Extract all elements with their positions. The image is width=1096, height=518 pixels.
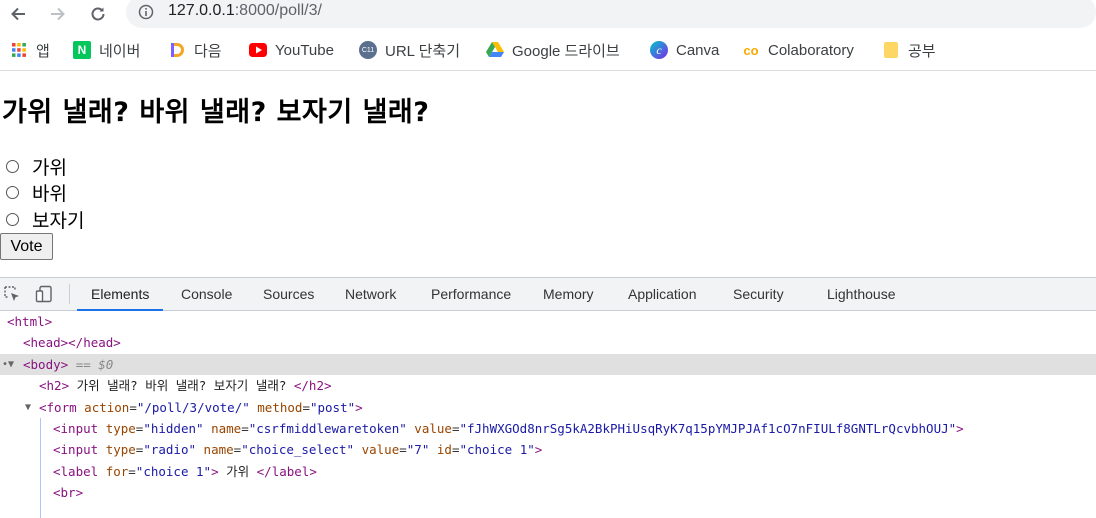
google-drive-icon: [486, 41, 504, 59]
radio-button[interactable]: [6, 159, 19, 173]
back-button[interactable]: [6, 2, 30, 26]
dom-node-input-hidden[interactable]: <input type="hidden" name="csrfmiddlewar…: [0, 418, 1096, 439]
dom-node-form[interactable]: ▼ <form action="/poll/3/vote/" method="po…: [0, 397, 1096, 418]
site-info-icon[interactable]: [138, 4, 154, 24]
choice-label: 보자기: [32, 209, 85, 232]
tab-application[interactable]: Application: [628, 278, 697, 310]
bookmark-url-shortener[interactable]: C11 URL 단축기: [359, 41, 461, 60]
url-host: 127.0.0.1: [168, 2, 235, 19]
address-bar[interactable]: 127.0.0.1:8000/poll/3/: [126, 0, 1096, 28]
choice-label: 바위: [32, 182, 67, 205]
elements-tree: <html> <head></head> •▼ <body> == $0 <h2>…: [0, 311, 1096, 518]
expand-arrow-icon[interactable]: •▼: [2, 354, 14, 375]
bookmark-label: URL 단축기: [385, 42, 461, 60]
apps-grid-icon: [10, 41, 28, 59]
dom-node-head[interactable]: <head></head>: [0, 332, 1096, 353]
tab-sources[interactable]: Sources: [263, 278, 314, 310]
reload-icon: [91, 7, 105, 21]
bookmarks-bar: 앱 N 네이버 다음 YouTube C11 URL 단축기 Google 드라…: [0, 28, 1096, 71]
radio-button[interactable]: [6, 185, 19, 199]
bookmark-label: 앱: [36, 42, 50, 60]
choice-label: 가위: [32, 156, 67, 179]
bookmark-colab[interactable]: co Colaboratory: [742, 41, 854, 59]
devtools-tab-bar: Elements Console Sources Network Perform…: [0, 278, 1096, 311]
url-shortener-icon: C11: [359, 41, 377, 59]
naver-icon: N: [73, 41, 91, 59]
bookmark-google-drive[interactable]: Google 드라이브: [486, 41, 620, 60]
choice-option-2[interactable]: 바위: [6, 181, 67, 205]
dom-node-label[interactable]: <label for="choice 1"> 가위 </label>: [0, 461, 1096, 482]
forward-button[interactable]: [46, 2, 70, 26]
tab-elements[interactable]: Elements: [76, 278, 164, 311]
tab-memory[interactable]: Memory: [543, 278, 594, 310]
bookmark-youtube[interactable]: YouTube: [249, 41, 334, 59]
tab-performance[interactable]: Performance: [431, 278, 511, 310]
dom-node-br[interactable]: <br>: [0, 482, 1096, 503]
dom-node-body[interactable]: •▼ <body> == $0: [0, 353, 1096, 376]
url-path: :8000/poll/3/: [234, 2, 322, 19]
bookmark-folder-study[interactable]: 공부: [882, 41, 936, 60]
youtube-icon: [249, 41, 267, 59]
expand-arrow-icon[interactable]: ▼: [25, 397, 31, 418]
bookmark-daum[interactable]: 다음: [168, 41, 222, 60]
device-toolbar-icon[interactable]: [34, 284, 54, 304]
dom-node-h2[interactable]: <h2> 가위 낼래? 바위 낼래? 보자기 낼래? </h2>: [0, 375, 1096, 396]
folder-icon: [882, 41, 900, 59]
choice-option-1[interactable]: 가위: [6, 155, 67, 179]
bookmark-label: 네이버: [99, 42, 141, 60]
toolbar-divider: [69, 284, 70, 304]
choice-option-3[interactable]: 보자기: [6, 208, 85, 232]
bookmark-naver[interactable]: N 네이버: [73, 41, 141, 60]
bookmark-apps[interactable]: 앱: [10, 41, 50, 60]
back-arrow-icon: [11, 7, 25, 21]
radio-button[interactable]: [6, 212, 19, 226]
bookmark-label: Colaboratory: [768, 41, 854, 59]
daum-icon: [168, 41, 186, 59]
forward-arrow-icon: [51, 7, 65, 21]
tab-console[interactable]: Console: [181, 278, 232, 310]
colab-icon: co: [743, 42, 759, 58]
poll-question: 가위 낼래? 바위 낼래? 보자기 낼래?: [2, 97, 430, 128]
bookmark-label: 공부: [908, 42, 936, 60]
reload-button[interactable]: [86, 2, 110, 26]
dom-node-input-radio[interactable]: <input type="radio" name="choice_select"…: [0, 439, 1096, 460]
bookmark-label: YouTube: [275, 41, 334, 59]
bookmark-label: Google 드라이브: [512, 42, 620, 60]
vote-button[interactable]: Vote: [0, 233, 53, 260]
tab-security[interactable]: Security: [733, 278, 784, 310]
url-text: 127.0.0.1:8000/poll/3/: [168, 2, 322, 20]
browser-toolbar: 127.0.0.1:8000/poll/3/: [0, 0, 1096, 28]
page-content: 가위 낼래? 바위 낼래? 보자기 낼래? 가위 바위 보자기 Vote: [0, 76, 1096, 276]
bookmark-label: 다음: [194, 42, 222, 60]
canva-icon: c: [650, 41, 668, 59]
devtools-panel: Elements Console Sources Network Perform…: [0, 277, 1096, 518]
dom-node-html[interactable]: <html>: [0, 311, 1096, 332]
inspect-element-icon[interactable]: [2, 284, 22, 304]
tab-network[interactable]: Network: [345, 278, 396, 310]
tab-lighthouse[interactable]: Lighthouse: [827, 278, 896, 310]
bookmark-canva[interactable]: c Canva: [650, 41, 719, 59]
bookmark-label: Canva: [676, 41, 720, 59]
